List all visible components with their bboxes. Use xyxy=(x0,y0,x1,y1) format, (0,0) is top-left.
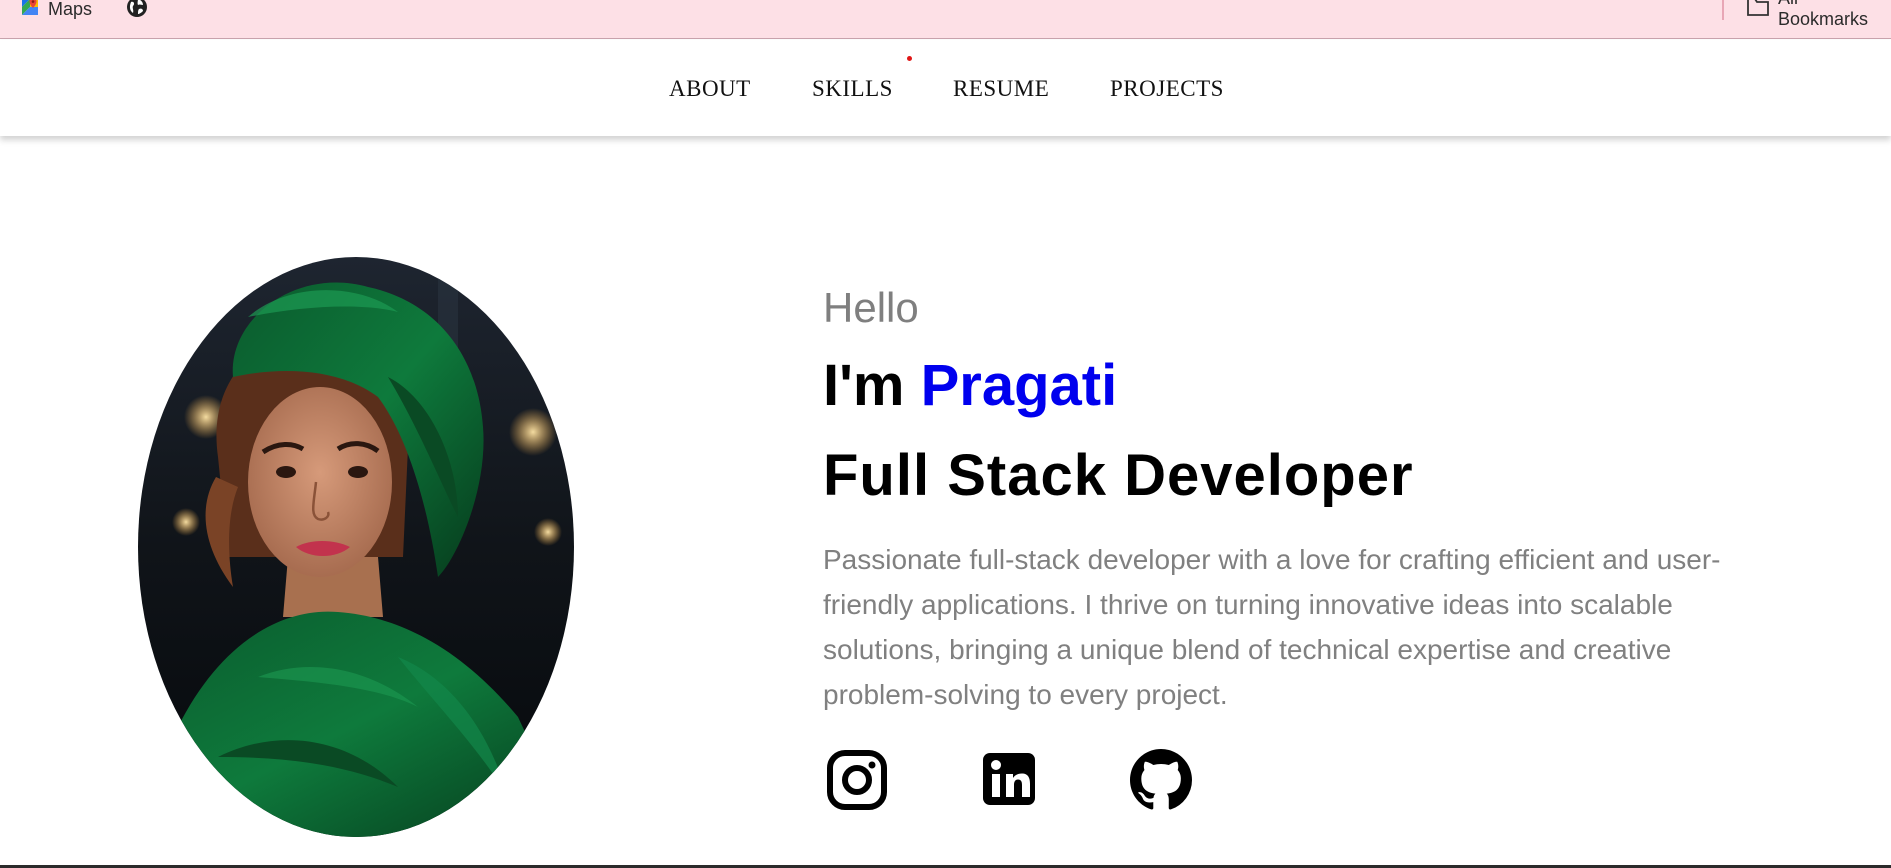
bookmarks-bar: Maps All Bookmarks xyxy=(0,0,1891,39)
bookmark-maps[interactable]: Maps xyxy=(20,0,92,20)
nav-link-skills[interactable]: SKILLS xyxy=(812,76,893,102)
profile-portrait xyxy=(138,257,574,837)
maps-icon xyxy=(20,0,40,22)
hero-im: I'm xyxy=(823,353,921,418)
hero-hello: Hello xyxy=(823,284,919,331)
site-navbar: ABOUT SKILLS RESUME PROJECTS xyxy=(0,40,1891,136)
nav-active-indicator xyxy=(907,56,912,61)
globe-icon xyxy=(126,0,148,23)
linkedin-icon[interactable] xyxy=(979,749,1041,811)
nav-link-projects[interactable]: PROJECTS xyxy=(1110,76,1224,102)
github-icon[interactable] xyxy=(1130,749,1192,811)
hero-name: Pragati xyxy=(920,353,1118,418)
nav-link-about[interactable]: ABOUT xyxy=(669,76,751,102)
instagram-icon[interactable] xyxy=(826,749,888,811)
folder-icon xyxy=(1746,0,1770,22)
bookmark-all-bookmarks[interactable]: All Bookmarks xyxy=(1746,0,1891,29)
all-bookmarks-label: All Bookmarks xyxy=(1778,0,1869,29)
bookmark-globe[interactable] xyxy=(126,0,148,20)
nav-link-resume[interactable]: RESUME xyxy=(953,76,1049,102)
hero-bio: Passionate full-stack developer with a l… xyxy=(823,544,1721,710)
hero-role: Full Stack Developer xyxy=(823,443,1414,508)
hero-greeting: I'm Pragati xyxy=(823,352,1117,419)
bookmark-maps-label: Maps xyxy=(48,0,93,19)
bookmarks-divider xyxy=(1722,0,1724,20)
